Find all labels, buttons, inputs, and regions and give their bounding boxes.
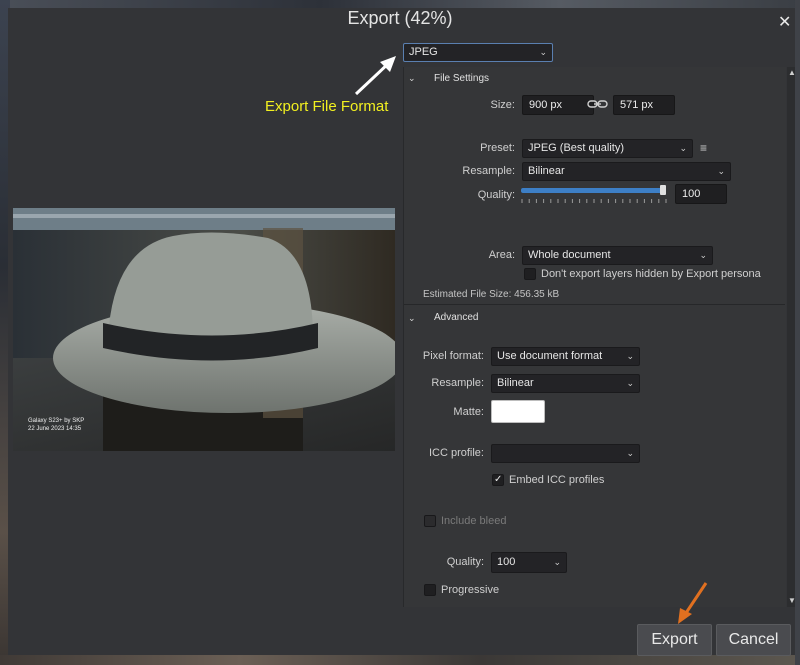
advanced-quality-value: 100 xyxy=(497,556,516,568)
hidden-layers-label: Don't export layers hidden by Export per… xyxy=(541,268,761,280)
export-preview-image: Galaxy S23+ by SKP 22 June 2023 14:35 xyxy=(13,208,395,451)
preview-watermark-line2: 22 June 2023 14:35 xyxy=(28,426,82,432)
quality-slider-fill xyxy=(521,188,666,193)
collapse-chevron-icon[interactable]: ⌄ xyxy=(408,313,416,324)
checkmark-icon: ✓ xyxy=(494,474,503,485)
dialog-title: Export (42%) xyxy=(347,8,453,28)
pixel-format-select[interactable]: Use document format ⌄ xyxy=(491,347,640,366)
scroll-up-icon[interactable]: ▲ xyxy=(788,68,796,77)
height-field[interactable]: 571 px xyxy=(613,95,675,115)
background-strip xyxy=(0,655,800,665)
quality-slider-track[interactable] xyxy=(521,188,666,193)
file-settings-heading: File Settings xyxy=(434,73,490,84)
preview-watermark-line1: Galaxy S23+ by SKP xyxy=(28,418,84,424)
close-icon[interactable]: ✕ xyxy=(778,12,791,32)
embed-icc-label: Embed ICC profiles xyxy=(509,474,605,486)
include-bleed-checkbox[interactable] xyxy=(424,515,436,527)
link-dimensions-icon[interactable] xyxy=(587,98,609,110)
preset-select[interactable]: JPEG (Best quality) ⌄ xyxy=(522,139,693,158)
area-label: Area: xyxy=(488,249,515,261)
annotation-arrow-icon xyxy=(354,56,396,96)
quality-label: Quality: xyxy=(477,189,515,201)
preset-menu-icon[interactable]: ≡ xyxy=(700,141,707,155)
chevron-down-icon: ⌄ xyxy=(699,250,707,260)
icc-profile-select[interactable]: ⌄ xyxy=(491,444,640,463)
advanced-resample-value: Bilinear xyxy=(497,377,534,389)
matte-label: Matte: xyxy=(453,406,484,418)
quality-field[interactable]: 100 xyxy=(675,184,727,204)
embed-icc-checkbox[interactable]: ✓ xyxy=(492,474,504,486)
collapse-chevron-icon[interactable]: ⌄ xyxy=(408,73,416,84)
resample-label: Resample: xyxy=(462,165,515,177)
export-button[interactable]: Export xyxy=(637,624,712,656)
advanced-resample-label: Resample: xyxy=(431,377,484,389)
matte-color-swatch[interactable] xyxy=(491,400,545,423)
advanced-quality-select[interactable]: 100 ⌄ xyxy=(491,552,567,573)
section-divider xyxy=(404,304,785,305)
hidden-layers-checkbox[interactable] xyxy=(524,268,536,280)
include-bleed-label: Include bleed xyxy=(441,515,507,527)
chevron-down-icon: ⌄ xyxy=(679,143,687,153)
width-field[interactable]: 900 px xyxy=(522,95,594,115)
chevron-down-icon: ⌄ xyxy=(626,448,634,458)
area-value: Whole document xyxy=(528,249,611,261)
advanced-resample-select[interactable]: Bilinear ⌄ xyxy=(491,374,640,393)
quality-slider-thumb[interactable] xyxy=(660,185,666,195)
estimated-file-size: Estimated File Size: 456.35 kB xyxy=(423,289,560,300)
preset-label: Preset: xyxy=(480,142,515,154)
annotation-label: Export File Format xyxy=(265,98,389,115)
preset-value: JPEG (Best quality) xyxy=(528,142,624,154)
size-label: Size: xyxy=(490,99,515,111)
quality-slider-ticks xyxy=(521,199,667,203)
chevron-down-icon: ⌄ xyxy=(626,351,634,361)
chevron-down-icon: ⌄ xyxy=(717,166,725,176)
scrollbar[interactable] xyxy=(787,67,795,607)
pixel-format-label: Pixel format: xyxy=(422,350,484,362)
file-format-value: JPEG xyxy=(409,46,438,58)
scroll-down-icon[interactable]: ▼ xyxy=(788,596,796,605)
chevron-down-icon: ⌄ xyxy=(553,557,561,567)
advanced-heading: Advanced xyxy=(434,312,479,323)
chevron-down-icon: ⌄ xyxy=(626,378,634,388)
progressive-label: Progressive xyxy=(441,584,500,596)
area-select[interactable]: Whole document ⌄ xyxy=(522,246,713,265)
background-strip xyxy=(795,0,800,665)
icc-profile-label: ICC profile: xyxy=(428,447,484,459)
file-format-select[interactable]: JPEG ⌄ xyxy=(403,43,553,62)
chevron-down-icon: ⌄ xyxy=(539,47,547,57)
advanced-quality-label: Quality: xyxy=(446,556,484,568)
progressive-checkbox[interactable] xyxy=(424,584,436,596)
resample-value: Bilinear xyxy=(528,165,565,177)
resample-select[interactable]: Bilinear ⌄ xyxy=(522,162,731,181)
pixel-format-value: Use document format xyxy=(497,350,603,362)
cancel-button[interactable]: Cancel xyxy=(716,624,791,656)
pointer-arrow-icon xyxy=(678,582,708,624)
